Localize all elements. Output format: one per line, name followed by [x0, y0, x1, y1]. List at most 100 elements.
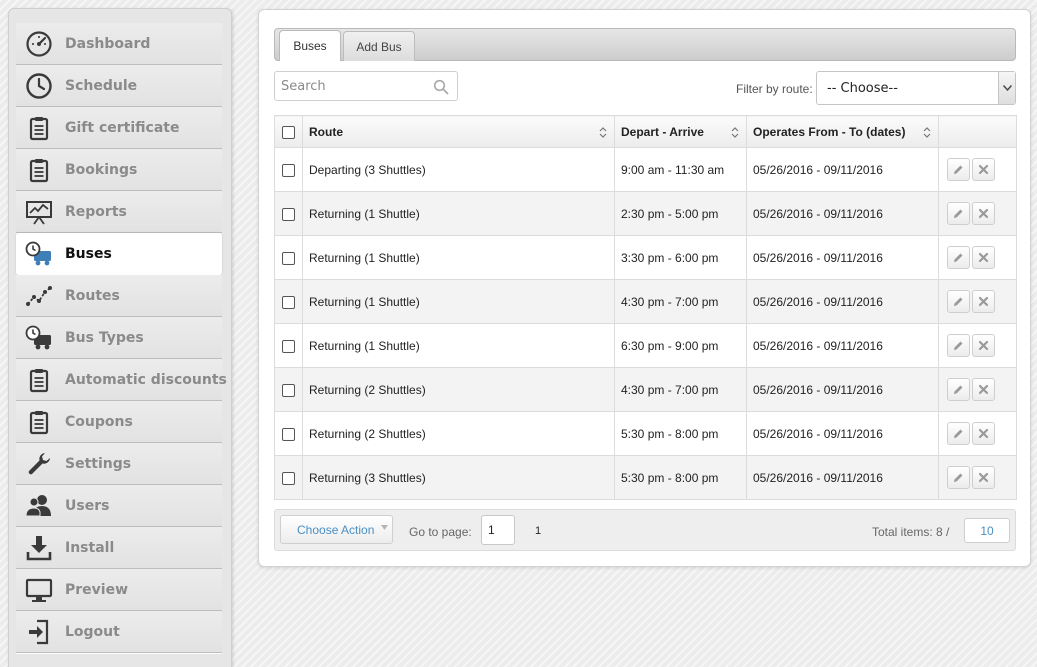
sidebar-item-label: Settings [65, 455, 132, 472]
row-checkbox[interactable] [282, 207, 295, 221]
table-row: Departing (3 Shuttles) 9:00 am - 11:30 am… [274, 147, 1017, 192]
table-row: Returning (1 Shuttle) 6:30 pm - 9:00 pm 05… [274, 323, 1017, 368]
edit-button[interactable] [947, 158, 970, 181]
select-all-cell [274, 115, 303, 148]
page-link[interactable]: 1 [535, 525, 541, 537]
route-cell: Returning (1 Shuttle) [302, 235, 615, 280]
delete-button[interactable] [972, 290, 995, 313]
row-actions-cell [938, 411, 1017, 456]
sidebar-item-reports[interactable]: Reports [16, 191, 222, 233]
depart-arrive-cell: 3:30 pm - 6:00 pm [614, 235, 747, 280]
paginator-bar: Choose Action Go to page: 1 Total items:… [274, 509, 1016, 551]
search-input[interactable] [281, 73, 431, 99]
row-checkbox[interactable] [282, 383, 295, 397]
clipboard-icon [16, 149, 62, 191]
delete-button[interactable] [972, 466, 995, 489]
sidebar-item-install[interactable]: Install [16, 527, 222, 569]
table-row: Returning (1 Shuttle) 3:30 pm - 6:00 pm 05… [274, 235, 1017, 280]
edit-button[interactable] [947, 290, 970, 313]
row-checkbox[interactable] [282, 163, 295, 177]
column-header-operates[interactable]: Operates From - To (dates) [746, 115, 939, 148]
row-actions-cell [938, 191, 1017, 236]
total-items-label: Total items: 8 / [872, 525, 950, 539]
delete-button[interactable] [972, 334, 995, 357]
items-per-page-select[interactable]: 10 [964, 518, 1010, 543]
sidebar-item-label: Logout [65, 623, 120, 640]
choose-action-button[interactable]: Choose Action [280, 515, 393, 544]
sidebar-item-label: Dashboard [65, 35, 151, 52]
filter-by-route-label: Filter by route: [736, 82, 813, 96]
sidebar-item-buses[interactable]: Buses [16, 233, 222, 275]
table-row: Returning (1 Shuttle) 2:30 pm - 5:00 pm 05… [274, 191, 1017, 236]
select-all-checkbox[interactable] [282, 125, 295, 139]
sidebar-item-coupons[interactable]: Coupons [16, 401, 222, 443]
delete-button[interactable] [972, 378, 995, 401]
depart-arrive-cell: 2:30 pm - 5:00 pm [614, 191, 747, 236]
close-icon [978, 208, 989, 219]
sidebar-item-routes[interactable]: Routes [16, 275, 222, 317]
sidebar-item-dashboard[interactable]: Dashboard [16, 23, 222, 65]
delete-button[interactable] [972, 246, 995, 269]
edit-button[interactable] [947, 466, 970, 489]
sidebar-item-users[interactable]: Users [16, 485, 222, 527]
table-row: Returning (2 Shuttles) 5:30 pm - 8:00 pm 0… [274, 411, 1017, 456]
sort-icon[interactable] [923, 126, 931, 139]
sidebar: Dashboard Schedule Gift certificate Booking… [8, 8, 232, 667]
sidebar-item-label: Reports [65, 203, 127, 220]
search-icon[interactable] [433, 79, 449, 95]
route-filter-value: -- Choose-- [827, 80, 898, 96]
row-checkbox[interactable] [282, 339, 295, 353]
route-filter-select[interactable]: -- Choose-- [816, 71, 1016, 105]
table-row: Returning (3 Shuttles) 5:30 pm - 8:00 pm 0… [274, 455, 1017, 500]
sidebar-item-preview[interactable]: Preview [16, 569, 222, 611]
row-checkbox[interactable] [282, 251, 295, 265]
route-cell: Returning (1 Shuttle) [302, 323, 615, 368]
edit-button[interactable] [947, 422, 970, 445]
sidebar-item-settings[interactable]: Settings [16, 443, 222, 485]
close-icon [978, 428, 989, 439]
go-to-page-label: Go to page: [409, 525, 472, 539]
table-row: Returning (2 Shuttles) 4:30 pm - 7:00 pm 0… [274, 367, 1017, 412]
sidebar-item-label: Users [65, 497, 110, 514]
sort-icon[interactable] [731, 126, 739, 139]
edit-button[interactable] [947, 378, 970, 401]
logout-icon [16, 611, 62, 653]
close-icon [978, 252, 989, 263]
row-checkbox[interactable] [282, 427, 295, 441]
tab-buses[interactable]: Buses [279, 30, 341, 61]
sidebar-item-logout[interactable]: Logout [16, 611, 222, 653]
row-actions-cell [938, 455, 1017, 500]
sidebar-item-label: Schedule [65, 77, 138, 94]
row-select-cell [274, 455, 303, 500]
operates-dates-cell: 05/26/2016 - 09/11/2016 [746, 235, 939, 280]
clipboard-icon [16, 107, 62, 149]
chevron-down-icon[interactable] [998, 72, 1015, 104]
sidebar-item-schedule[interactable]: Schedule [16, 65, 222, 107]
edit-button[interactable] [947, 334, 970, 357]
row-checkbox[interactable] [282, 295, 295, 309]
sidebar-item-bus-types[interactable]: Bus Types [16, 317, 222, 359]
depart-arrive-cell: 9:00 am - 11:30 am [614, 147, 747, 192]
tab-add-bus[interactable]: Add Bus [343, 31, 415, 61]
pencil-icon [954, 209, 963, 218]
sidebar-item-bookings[interactable]: Bookings [16, 149, 222, 191]
delete-button[interactable] [972, 158, 995, 181]
edit-button[interactable] [947, 246, 970, 269]
operates-dates-cell: 05/26/2016 - 09/11/2016 [746, 411, 939, 456]
route-cell: Returning (2 Shuttles) [302, 367, 615, 412]
close-icon [978, 164, 989, 175]
row-checkbox[interactable] [282, 471, 295, 485]
delete-button[interactable] [972, 202, 995, 225]
pencil-icon [954, 297, 963, 306]
go-to-page-input[interactable] [481, 515, 515, 545]
column-header-depart-arrive[interactable]: Depart - Arrive [614, 115, 747, 148]
column-header-route[interactable]: Route [302, 115, 615, 148]
download-icon [16, 527, 62, 569]
sidebar-item-automatic-discounts[interactable]: Automatic discounts [16, 359, 227, 401]
pencil-icon [954, 253, 963, 262]
main-panel: Buses Add Bus Filter by route: -- Choose… [258, 9, 1031, 567]
edit-button[interactable] [947, 202, 970, 225]
delete-button[interactable] [972, 422, 995, 445]
sidebar-item-gift-certificate[interactable]: Gift certificate [16, 107, 222, 149]
sort-icon[interactable] [599, 126, 607, 139]
